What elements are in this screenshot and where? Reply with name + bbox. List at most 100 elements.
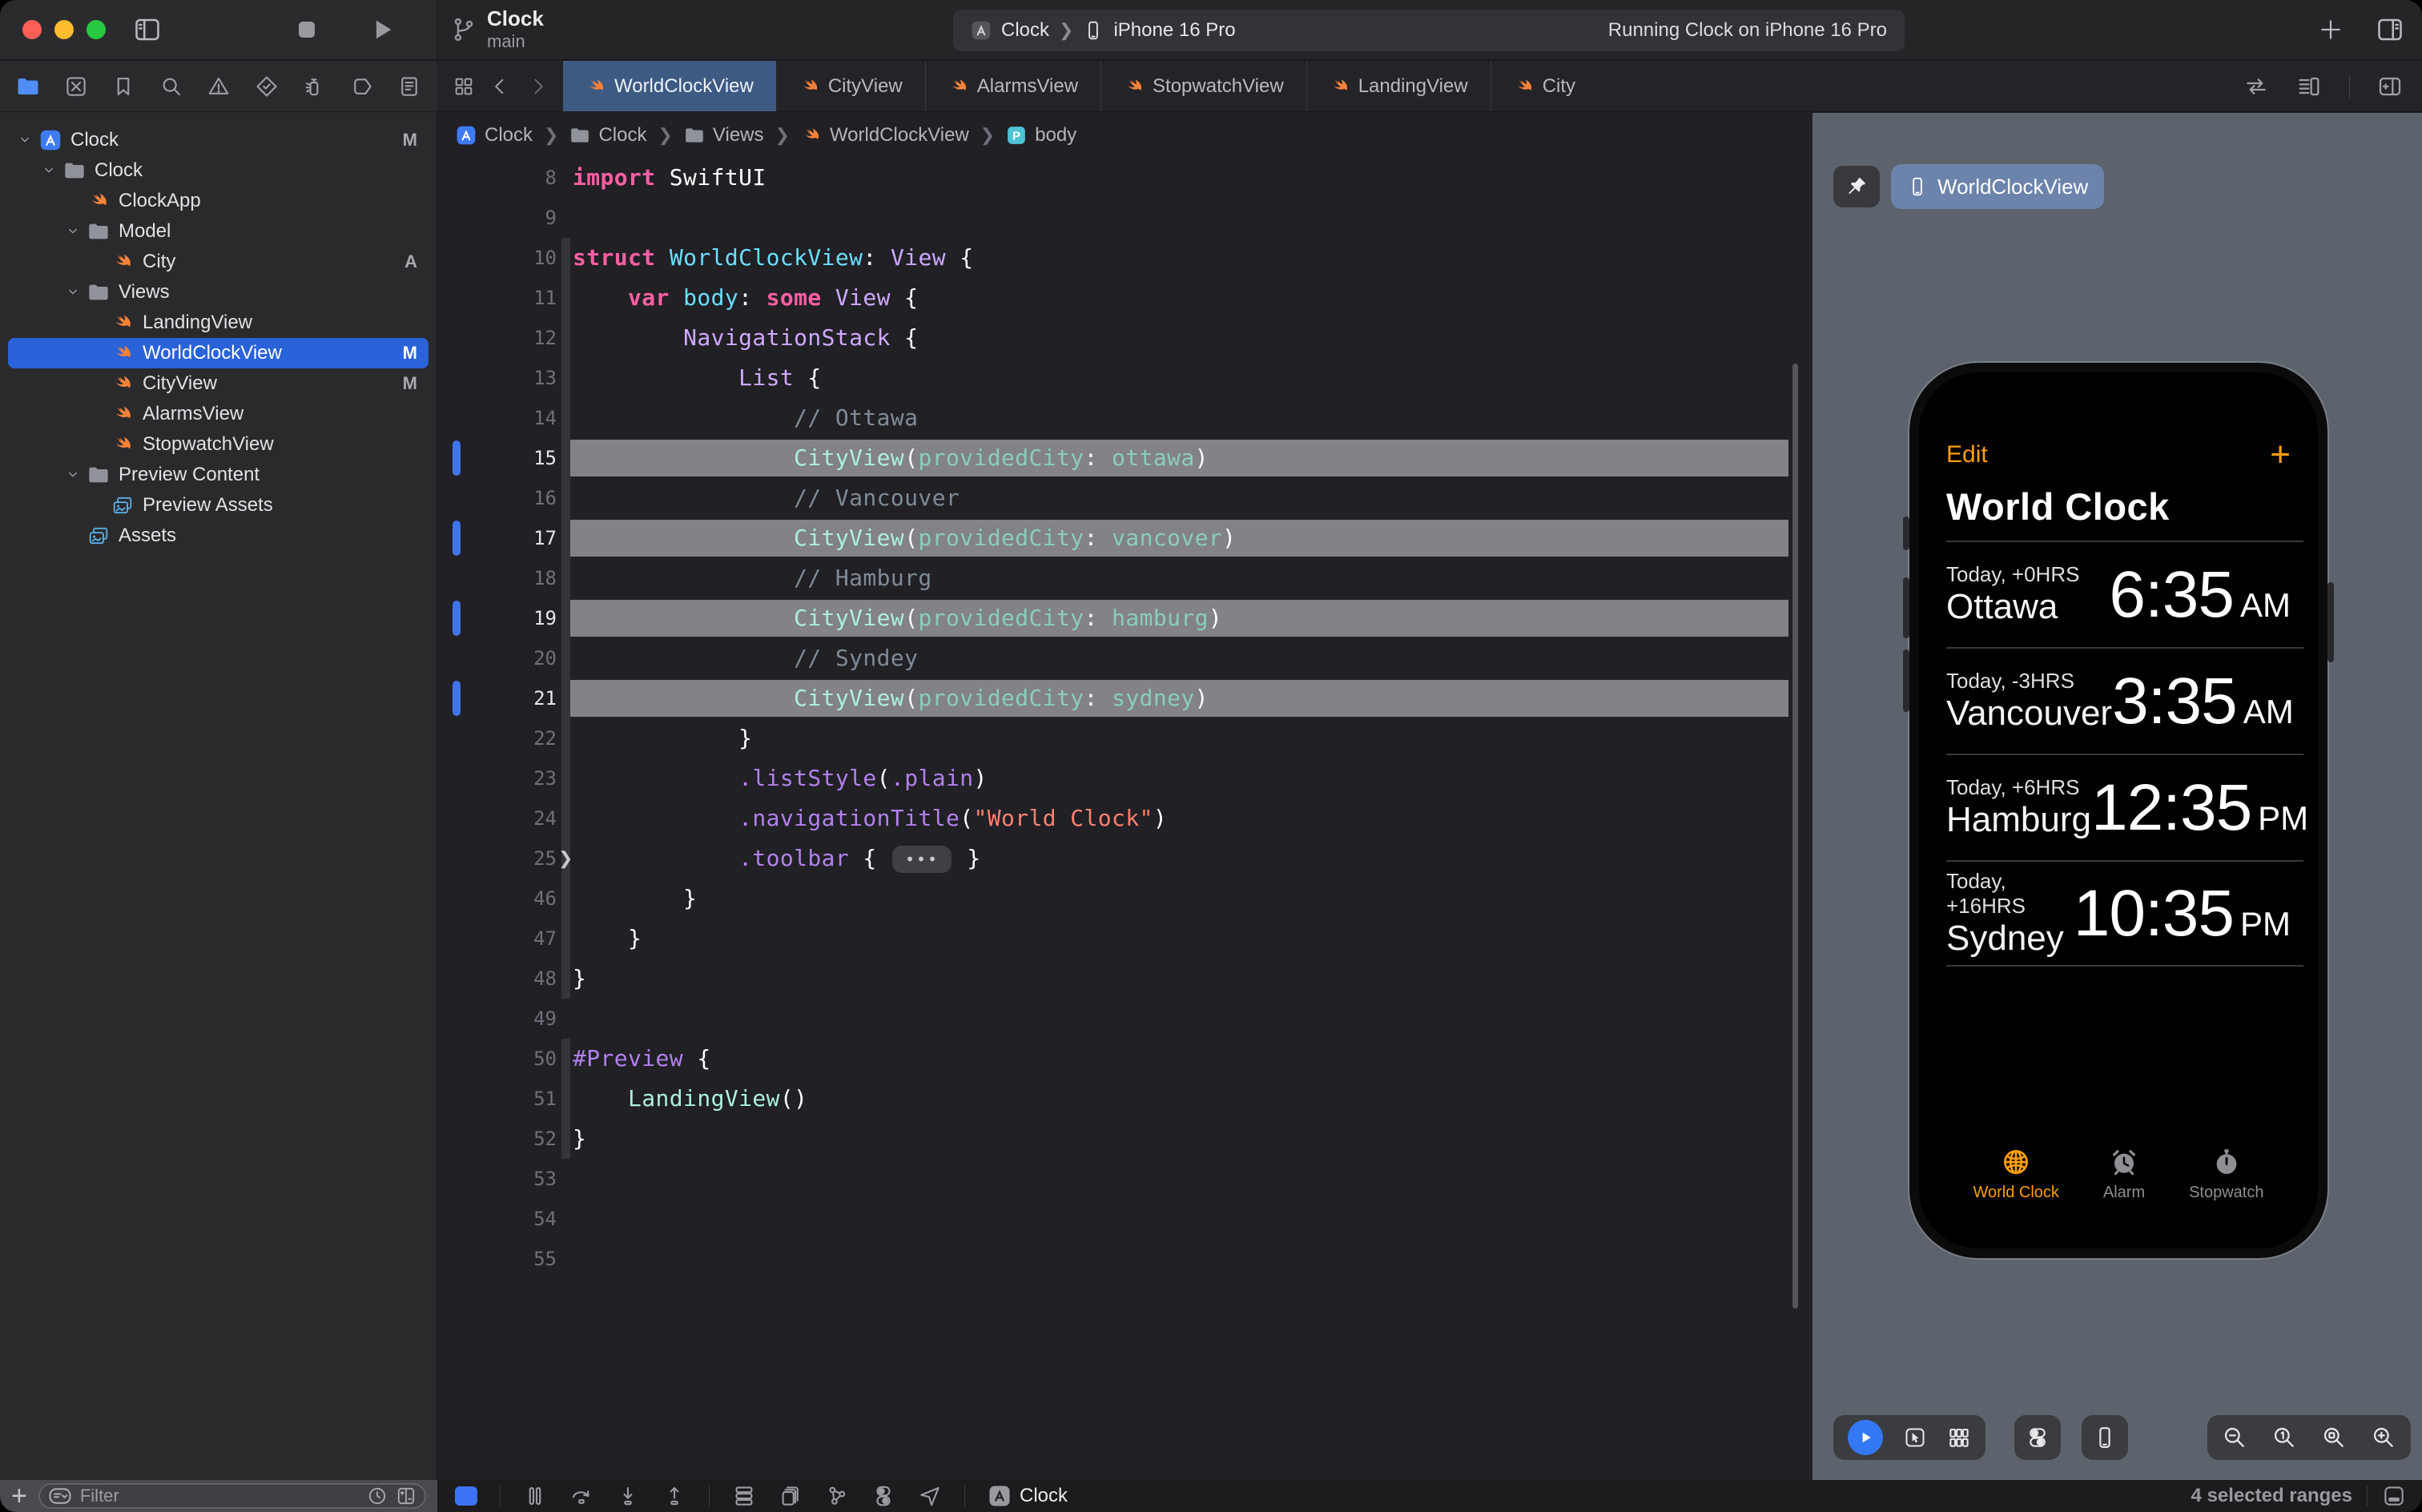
code-line-10[interactable]: 10struct WorldClockView: View { [438,238,1812,278]
code-line-22[interactable]: 22 } [438,718,1812,758]
forward-chevron-icon[interactable] [526,75,549,98]
add-file-button[interactable]: + [11,1482,27,1510]
code-line-16[interactable]: 16 // Vancouver [438,478,1812,518]
selectable-preview-button[interactable] [1904,1426,1926,1449]
sidebar-item-stopwatchview[interactable]: StopwatchView [8,429,428,460]
fold-ribbon[interactable] [561,1119,570,1159]
city-row-hamburg[interactable]: Today, +6HRS Hamburg 12:35PM [1946,754,2303,860]
toggle-right-inspector-icon[interactable] [2376,15,2404,44]
tab-worldclockview[interactable]: WorldClockView [563,61,776,111]
preview-device-pill[interactable]: WorldClockView [1891,164,2104,209]
fold-ribbon[interactable] [561,358,570,398]
source-editor[interactable]: 8import SwiftUI910struct WorldClockView:… [438,158,1812,1480]
app-tab-stopwatch[interactable]: Stopwatch [2189,1147,2263,1202]
zoom-window-button[interactable] [86,20,106,39]
sidebar-item-landingview[interactable]: LandingView [8,308,428,338]
disclosure-chevron-icon[interactable] [61,284,85,300]
sidebar-item-model[interactable]: Model [8,216,428,247]
code-line-54[interactable]: 54 [438,1199,1812,1239]
debug-icon[interactable] [302,74,326,99]
sidebar-item-assets[interactable]: Assets [8,521,428,551]
source-control-icon[interactable] [64,74,88,99]
swap-editor-icon[interactable] [2243,74,2269,99]
code-line-49[interactable]: 49 [438,999,1812,1039]
code-line-11[interactable]: 11 var body: some View { [438,278,1812,318]
code-line-13[interactable]: 13 List { [438,358,1812,398]
fold-ribbon[interactable] [561,959,570,999]
app-tab-alarm[interactable]: Alarm [2103,1147,2145,1202]
step-into-icon[interactable] [616,1484,640,1508]
sidebar-item-cityview[interactable]: CityViewM [8,368,428,399]
sidebar-item-clockapp[interactable]: ClockApp [8,186,428,216]
code-line-24[interactable]: 24 .navigationTitle("World Clock") [438,798,1812,838]
city-row-vancouver[interactable]: Today, -3HRS Vancouver 3:35AM [1946,647,2303,754]
code-line-20[interactable]: 20 // Syndey [438,638,1812,678]
scheme-name[interactable]: Clock [1001,19,1049,42]
fold-ribbon[interactable] [561,238,570,278]
code-line-12[interactable]: 12 NavigationStack { [438,318,1812,358]
code-line-23[interactable]: 23 .listStyle(.plain) [438,758,1812,798]
breadcrumb-body[interactable]: Pbody [1006,124,1076,147]
fold-chevron-icon[interactable]: ❯ [558,838,573,879]
breadcrumb-clock[interactable]: Clock [569,124,646,147]
zoom-100-icon[interactable] [2271,1425,2297,1450]
code-line-51[interactable]: 51 LandingView() [438,1079,1812,1119]
step-out-icon[interactable] [662,1484,686,1508]
fold-ribbon[interactable] [561,278,570,318]
fold-ribbon[interactable] [561,478,570,518]
fold-ribbon[interactable] [561,638,570,678]
editor-layout-icon[interactable] [2382,1484,2406,1508]
code-line-48[interactable]: 48} [438,959,1812,999]
fold-ribbon[interactable] [561,718,570,758]
app-tab-world-clock[interactable]: World Clock [1973,1147,2058,1202]
view-hierarchy-icon[interactable] [732,1484,756,1508]
tab-alarmsview[interactable]: AlarmsView [925,61,1100,111]
code-line-53[interactable]: 53 [438,1159,1812,1199]
disclosure-chevron-icon[interactable] [13,132,37,148]
sidebar-item-clock[interactable]: ClockM [8,125,428,155]
sidebar-item-clock[interactable]: Clock [8,155,428,186]
activity-scheme-bar[interactable]: Clock ❯ iPhone 16 Pro Running Clock on i… [953,10,1905,51]
sidebar-item-worldclockview[interactable]: WorldClockViewM [8,338,428,368]
close-window-button[interactable] [22,20,42,39]
preview-device-button[interactable] [2082,1415,2128,1460]
code-fold-ellipsis[interactable]: ••• [892,846,952,873]
sidebar-item-preview-assets[interactable]: Preview Assets [8,490,428,521]
debug-graph-icon[interactable] [825,1484,849,1508]
run-destination[interactable]: iPhone 16 Pro [1113,19,1235,42]
fold-ribbon[interactable] [561,318,570,358]
filter-field[interactable]: Filter [38,1483,426,1509]
stop-button[interactable] [295,18,319,42]
environment-overrides-icon[interactable] [871,1484,895,1508]
source-control-status-icon[interactable] [396,1486,416,1506]
disclosure-chevron-icon[interactable] [61,223,85,239]
sidebar-item-alarmsview[interactable]: AlarmsView [8,399,428,429]
code-line-47[interactable]: 47 } [438,919,1812,959]
fold-ribbon[interactable] [561,798,570,838]
fold-ribbon[interactable] [561,1079,570,1119]
code-line-14[interactable]: 14 // Ottawa [438,398,1812,438]
code-line-55[interactable]: 55 [438,1239,1812,1279]
bookmarks-icon[interactable] [111,74,135,99]
sidebar-item-city[interactable]: CityA [8,247,428,277]
editor-options-icon[interactable] [2296,74,2322,99]
breakpoints-icon[interactable] [350,74,374,99]
minimize-window-button[interactable] [54,20,74,39]
breakpoints-toggle-button[interactable] [455,1486,477,1506]
run-button[interactable] [368,16,396,43]
add-city-button[interactable]: + [2270,443,2291,467]
fold-ribbon[interactable] [561,919,570,959]
tab-cityview[interactable]: CityView [776,61,925,111]
toggle-left-sidebar-icon[interactable] [133,15,162,44]
find-icon[interactable] [159,74,183,99]
code-line-50[interactable]: 50#Preview { [438,1039,1812,1079]
fold-ribbon[interactable] [561,758,570,798]
tab-city[interactable]: City [1491,61,1598,111]
disclosure-chevron-icon[interactable] [37,163,61,179]
tab-landingview[interactable]: LandingView [1306,61,1491,111]
issues-icon[interactable] [207,74,231,99]
city-row-sydney[interactable]: Today, +16HRS Sydney 10:35PM [1946,860,2303,967]
simulate-location-icon[interactable] [918,1484,942,1508]
fold-ribbon[interactable] [561,678,570,718]
code-line-21[interactable]: 21 CityView(providedCity: sydney) [438,678,1812,718]
